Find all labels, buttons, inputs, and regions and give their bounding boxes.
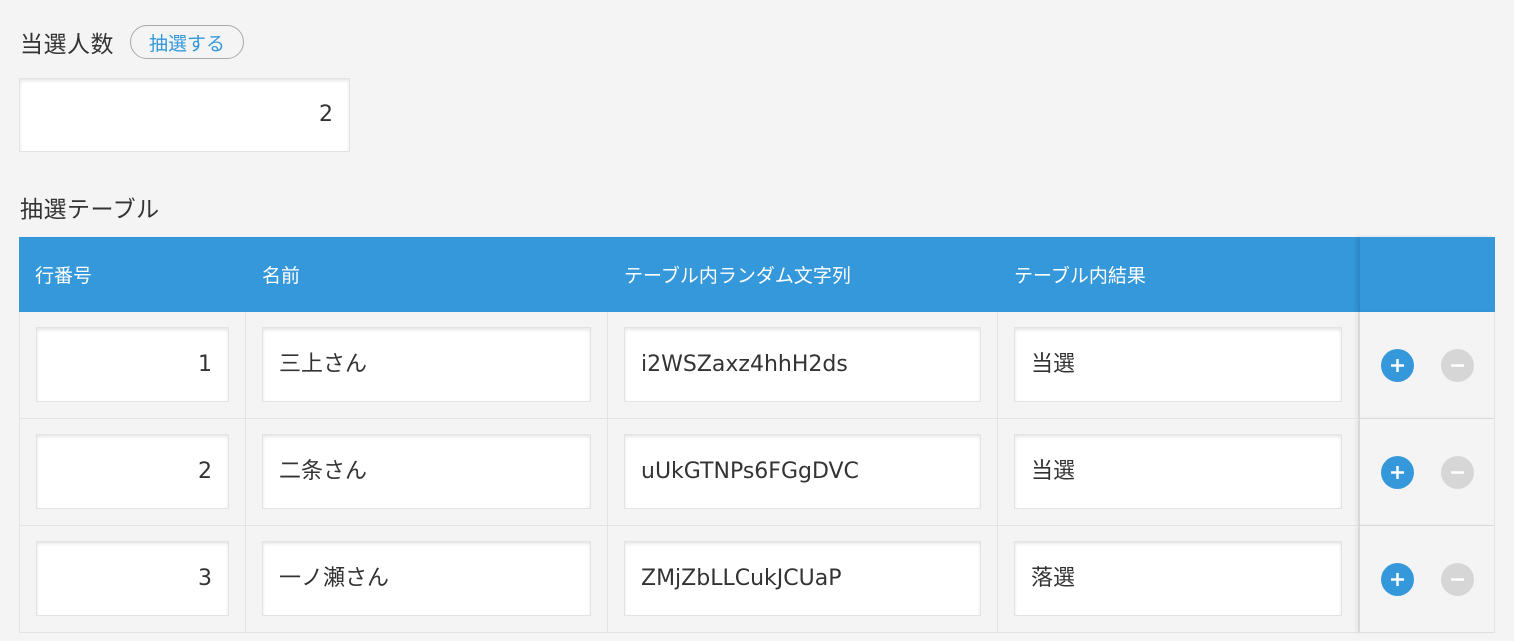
row-number-input[interactable]: 1 [36,327,229,402]
draw-lottery-button[interactable]: 抽選する [130,25,245,59]
plus-circle-icon [1391,358,1404,372]
remove-row-button[interactable] [1441,348,1474,382]
plus-circle-icon [1391,572,1404,586]
result-cell: 落選 [998,526,1359,632]
table-row: 1 三上さん i2WSZaxz4hhH2ds 当選 [19,312,1495,419]
random-string-input[interactable]: ZMjZbLLCukJCUaP [624,541,981,616]
table-header: 行番号 名前 テーブル内ランダム文字列 テーブル内結果 [19,237,1495,312]
column-header-row-number: 行番号 [35,265,93,287]
minus-circle-icon [1451,577,1464,581]
row-number-input[interactable]: 2 [36,434,229,509]
random-string-cell: uUkGTNPs6FGgDVC [608,419,998,525]
row-actions [1359,312,1495,418]
name-cell: 二条さん [246,419,608,525]
result-input[interactable]: 当選 [1014,434,1342,509]
table-row: 3 一ノ瀬さん ZMjZbLLCukJCUaP 落選 [19,526,1495,633]
winners-count-label-row: 当選人数 抽選する [20,24,245,60]
row-number-input[interactable]: 3 [36,541,229,616]
minus-circle-icon [1451,470,1464,474]
lottery-table: 行番号 名前 テーブル内ランダム文字列 テーブル内結果 1 三上さん i2WSZ… [19,237,1495,633]
remove-row-button[interactable] [1441,455,1474,489]
row-actions [1359,526,1495,632]
column-header-result: テーブル内結果 [1014,265,1146,287]
column-header-actions [1359,237,1495,312]
name-input[interactable]: 三上さん [262,327,591,402]
result-cell: 当選 [998,312,1359,418]
column-header-random-string: テーブル内ランダム文字列 [624,265,851,287]
minus-circle-icon [1451,363,1464,367]
name-cell: 三上さん [246,312,608,418]
winners-count-label: 当選人数 [20,32,114,58]
row-number-cell: 3 [19,526,246,632]
random-string-input[interactable]: i2WSZaxz4hhH2ds [624,327,981,402]
result-cell: 当選 [998,419,1359,525]
add-row-button[interactable] [1381,348,1414,382]
name-cell: 一ノ瀬さん [246,526,608,632]
add-row-button[interactable] [1381,562,1414,596]
row-actions [1359,419,1495,525]
lottery-table-title: 抽選テーブル [20,197,160,223]
row-number-cell: 2 [19,419,246,525]
remove-row-button[interactable] [1441,562,1474,596]
result-input[interactable]: 落選 [1014,541,1342,616]
random-string-cell: ZMjZbLLCukJCUaP [608,526,998,632]
plus-circle-icon [1391,465,1404,479]
name-input[interactable]: 二条さん [262,434,591,509]
column-header-name: 名前 [262,265,301,287]
table-row: 2 二条さん uUkGTNPs6FGgDVC 当選 [19,419,1495,526]
name-input[interactable]: 一ノ瀬さん [262,541,591,616]
random-string-input[interactable]: uUkGTNPs6FGgDVC [624,434,981,509]
row-number-cell: 1 [19,312,246,418]
random-string-cell: i2WSZaxz4hhH2ds [608,312,998,418]
add-row-button[interactable] [1381,455,1414,489]
result-input[interactable]: 当選 [1014,327,1342,402]
winners-count-input[interactable]: 2 [19,78,350,152]
